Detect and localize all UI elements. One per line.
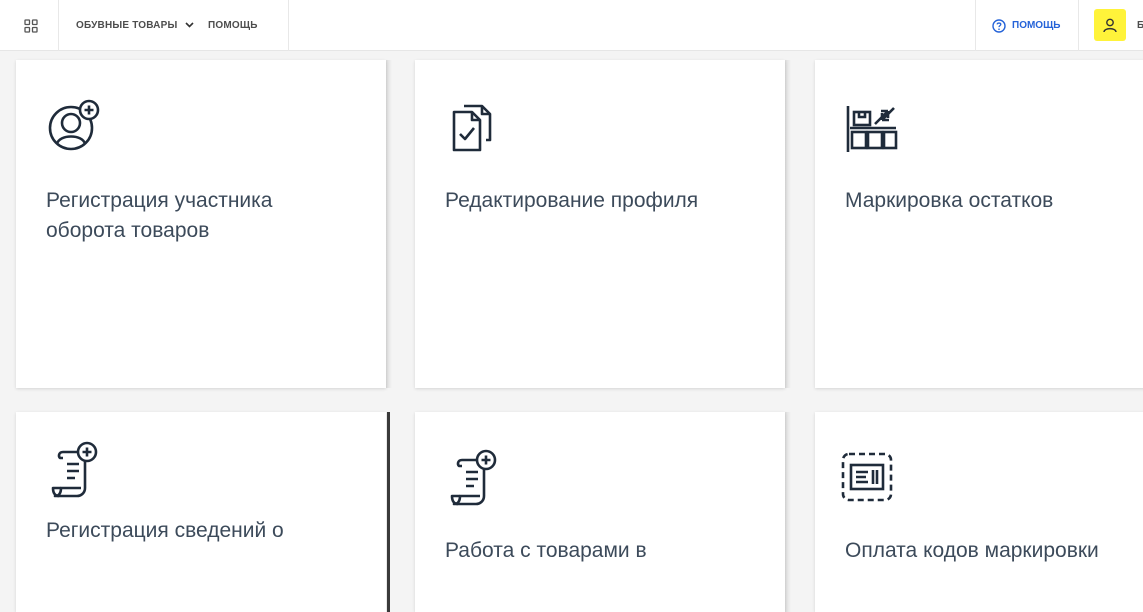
card-profile-edit[interactable]: Редактирование профиля [415,60,791,388]
card-title: Маркировка остатков [845,189,1054,212]
card-title: Регистрация сведений о [46,519,284,542]
help-link-label: ПОМОЩЬ [1012,20,1061,31]
card-title: Регистрация участника оборота товаров [46,189,273,242]
code-frame-icon [837,446,897,506]
scroll-add-icon [45,440,105,500]
card-info-registration[interactable]: Регистрация сведений о [16,412,390,612]
nav-help-link[interactable]: ПОМОЩЬ [208,0,258,51]
product-group-dropdown[interactable]: ОБУВНЫЕ ТОВАРЫ [76,0,195,51]
user-icon [1103,18,1117,33]
scroll-add-icon [444,448,504,508]
card-goods-work[interactable]: Работа с товарами в [415,412,791,612]
user-menu-button[interactable] [1094,9,1126,41]
help-link[interactable]: ПОМОЩЬ [992,0,1060,51]
topbar-divider [58,0,59,51]
card-title: Работа с товарами в [445,539,647,562]
user-add-icon [45,96,105,156]
card-participant-registration[interactable]: Регистрация участника оборота товаров [16,60,392,388]
user-name: Б [1137,20,1143,31]
card-code-payment[interactable]: Оплата кодов маркировки [815,412,1143,612]
topbar-divider [1078,0,1079,51]
topbar-divider [975,0,976,51]
question-circle-icon [992,18,1006,33]
card-title: Редактирование профиля [445,189,699,212]
nav-help-label: ПОМОЩЬ [208,20,258,31]
document-check-icon [444,96,504,156]
card-title: Оплата кодов маркировки [845,539,1099,562]
topbar-divider [288,0,289,51]
product-group-label: ОБУВНЫЕ ТОВАРЫ [76,20,178,31]
apps-grid-icon[interactable] [24,19,38,33]
top-bar: ОБУВНЫЕ ТОВАРЫ ПОМОЩЬ ПОМОЩЬ Б [0,0,1143,51]
boxes-labeling-icon [844,96,904,156]
chevron-down-icon [185,20,195,31]
card-stock-labeling[interactable]: Маркировка остатков [815,60,1143,388]
